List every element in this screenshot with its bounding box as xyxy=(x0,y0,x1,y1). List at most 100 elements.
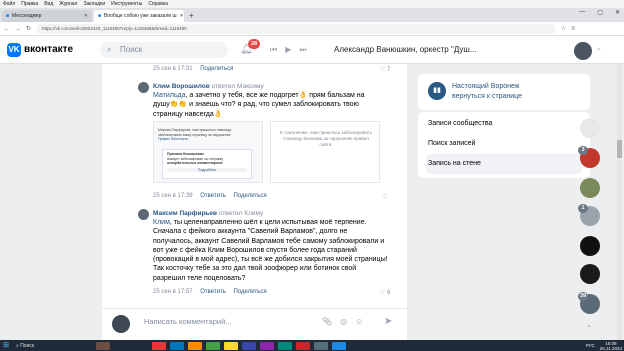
like-button[interactable]: ♡ 7 xyxy=(380,66,390,73)
share-link[interactable]: Поделиться xyxy=(200,66,233,72)
minimize-button[interactable]: — xyxy=(579,9,585,16)
tab-messenger[interactable]: ■ Мессенджер ✕ xyxy=(2,10,92,22)
next-track-icon[interactable]: ⏭︎ xyxy=(299,45,306,55)
mention-link[interactable]: Клим xyxy=(153,219,170,226)
url-field[interactable]: https://vk.com/wall-20824420_1116480?rep… xyxy=(36,23,557,34)
replied-to[interactable]: Климу xyxy=(244,210,263,217)
comment-date[interactable]: 25 сен в 17:57 xyxy=(153,289,193,295)
tab-post[interactable]: ■ Вообще собою уже заказали ш ✕ xyxy=(94,10,184,22)
like-button[interactable]: ♡ xyxy=(382,193,387,200)
previous-track-icon[interactable]: ⏮︎ xyxy=(270,45,277,55)
comment-meta: 25 сен в 17:39 Ответить Поделиться xyxy=(153,193,267,199)
comment-composer: Написать комментарий... 📎︎ ◎ ☺ ➤ xyxy=(102,308,407,338)
back-to-page-link[interactable]: вернуться к странице xyxy=(452,93,522,100)
send-icon[interactable]: ➤ xyxy=(384,316,392,327)
attached-screenshot[interactable]: К сожалению, нам пришлось заблокировать … xyxy=(270,121,380,183)
more-button: Подробнее xyxy=(167,167,247,172)
menu-item-community-posts[interactable]: Записи сообщества xyxy=(426,114,582,134)
menu-help[interactable]: Справка xyxy=(148,1,168,7)
language-indicator[interactable]: РУС xyxy=(586,343,595,348)
avatar[interactable] xyxy=(138,209,149,220)
close-window-button[interactable]: ✕ xyxy=(615,9,620,16)
comment-meta: 25 сен в 17:31 Поделиться xyxy=(153,66,233,72)
comment-author[interactable]: Максим Парфирьев ответил Климу xyxy=(153,210,263,217)
comment-text: Клим, ты целенаправленно шёл к цели испы… xyxy=(153,218,389,283)
search-input[interactable]: ⌕ Поиск xyxy=(100,42,228,58)
taskbar-app-icon[interactable] xyxy=(242,341,256,350)
attached-screenshot[interactable]: Максим Парфирьев, нам пришлось навсегда … xyxy=(153,121,263,183)
menu-history[interactable]: Журнал xyxy=(59,1,77,7)
close-tab-icon[interactable]: ✕ xyxy=(84,13,88,19)
maximize-button[interactable]: ▢ xyxy=(597,9,603,16)
author-name[interactable]: Максим Парфирьев xyxy=(153,210,217,217)
replied-to[interactable]: Максиму xyxy=(237,83,264,90)
taskbar-app-icon[interactable] xyxy=(152,341,166,350)
group-avatar[interactable]: ▮▮ xyxy=(428,82,446,100)
system-tray: РУС 15:09 26.11.2024 xyxy=(586,340,622,351)
folder-icon[interactable] xyxy=(224,341,238,350)
mention-link[interactable]: Матильда xyxy=(153,92,185,99)
author-name[interactable]: Клим Ворошилов xyxy=(153,83,210,90)
taskbar-app-icon[interactable] xyxy=(96,341,110,350)
composer-attachments: 📎︎ ◎ ☺ xyxy=(322,317,363,326)
reply-link[interactable]: Ответить xyxy=(200,193,226,199)
chevron-down-icon[interactable]: ⌄ xyxy=(596,44,602,52)
vk-brand-name[interactable]: вконтакте xyxy=(24,44,73,55)
comment-input[interactable]: Написать комментарий... xyxy=(144,317,232,326)
vk-logo-icon[interactable]: VK xyxy=(7,43,21,57)
avatar xyxy=(112,315,130,333)
scrollbar-thumb[interactable] xyxy=(617,140,622,158)
chat-avatar[interactable] xyxy=(580,178,600,198)
emoji-icon[interactable]: ☺ xyxy=(355,317,363,326)
taskbar-app-icon[interactable] xyxy=(206,341,220,350)
menu-file[interactable]: Файл xyxy=(3,1,15,7)
group-name[interactable]: Настоящий Воронеж xyxy=(452,83,520,90)
taskbar-app-icon[interactable] xyxy=(332,341,346,350)
chat-bubble-icon[interactable]: ◔ xyxy=(586,322,591,331)
camera-icon[interactable]: ◎ xyxy=(340,317,347,326)
now-playing-track[interactable]: Александр Ванюшкин, оркестр "Душ... xyxy=(334,45,477,54)
new-tab-button[interactable]: + xyxy=(189,10,194,22)
share-link[interactable]: Поделиться xyxy=(234,193,267,199)
chat-avatar[interactable] xyxy=(580,118,600,138)
taskbar-app-icon[interactable] xyxy=(170,341,184,350)
block-reason-card: Причина блокировки Аккаунт заблокирован … xyxy=(162,149,252,179)
browser-menu-icon[interactable]: ≡ xyxy=(571,26,575,32)
windows-start-icon[interactable]: ⊞ xyxy=(0,340,12,351)
taskbar-search[interactable]: ⌕ Поиск xyxy=(16,343,76,349)
share-link[interactable]: Поделиться xyxy=(234,289,267,295)
menu-item-search-posts[interactable]: Поиск записей xyxy=(426,134,582,154)
taskbar-app-icon[interactable] xyxy=(296,341,310,350)
avatar[interactable] xyxy=(138,82,149,93)
reason-line: оскорбительных комментариев xyxy=(167,161,223,165)
close-tab-icon[interactable]: ✕ xyxy=(180,13,184,19)
heart-icon: ♡ xyxy=(382,194,388,200)
reply-link[interactable]: Ответить xyxy=(200,289,226,295)
bookmark-star-icon[interactable]: ☆ xyxy=(561,25,566,32)
comment-date[interactable]: 25 сен в 17:31 xyxy=(153,66,193,72)
reload-icon[interactable]: ↻ xyxy=(26,25,31,32)
menu-item-wall-post[interactable]: Запись на стене xyxy=(426,154,582,174)
comment-author[interactable]: Клим Ворошилов ответил Максиму xyxy=(153,83,264,90)
firefox-icon[interactable] xyxy=(188,341,202,350)
taskbar-app-icon[interactable] xyxy=(260,341,274,350)
play-icon[interactable]: ▶︎ xyxy=(285,45,291,55)
like-button[interactable]: ♡ 6 xyxy=(380,289,390,296)
vk-favicon-icon: ■ xyxy=(98,13,102,19)
notification-count-badge: 28 xyxy=(248,39,260,49)
comment-date[interactable]: 25 сен в 17:39 xyxy=(153,193,193,199)
taskbar-app-icon[interactable] xyxy=(314,341,328,350)
profile-avatar[interactable] xyxy=(574,42,592,60)
taskbar-app-icon[interactable] xyxy=(278,341,292,350)
back-arrow-icon[interactable]: ← xyxy=(4,26,10,32)
menu-bookmarks[interactable]: Закладки xyxy=(83,1,105,7)
menu-view[interactable]: Вид xyxy=(44,1,53,7)
chat-avatar[interactable] xyxy=(580,236,600,256)
menu-edit[interactable]: Правка xyxy=(21,1,38,7)
paperclip-icon[interactable]: 📎︎ xyxy=(322,317,332,326)
menu-tools[interactable]: Инструменты xyxy=(111,1,142,7)
taskbar-clock[interactable]: 15:09 26.11.2024 xyxy=(600,341,622,351)
page-scrollbar[interactable] xyxy=(617,64,622,344)
forward-arrow-icon[interactable]: → xyxy=(15,26,21,32)
chat-avatar[interactable] xyxy=(580,264,600,284)
